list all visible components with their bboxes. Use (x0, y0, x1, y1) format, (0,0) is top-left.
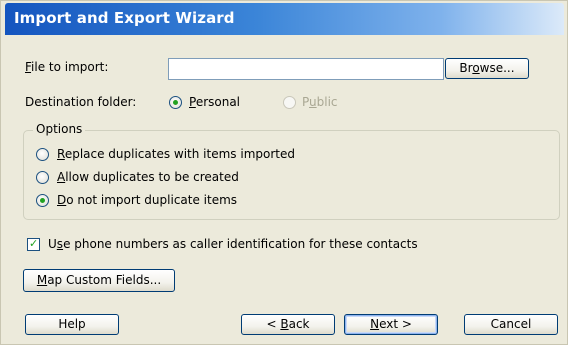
caller-id-checkbox[interactable]: ✓ (27, 237, 40, 251)
allow-duplicates-radio[interactable] (36, 171, 49, 184)
import-export-dialog: Import and Export Wizard File to import:… (0, 0, 568, 345)
browse-button[interactable]: Browse... (445, 58, 529, 79)
options-legend: Options (33, 122, 86, 136)
map-custom-fields-button[interactable]: Map Custom Fields... (23, 269, 175, 292)
caller-id-label[interactable]: Use phone numbers as caller identificati… (48, 237, 418, 251)
back-button[interactable]: < Back (241, 314, 335, 335)
personal-radio-label[interactable]: Personal (189, 95, 240, 109)
file-to-import-label: File to import: (25, 60, 109, 74)
file-to-import-input[interactable] (168, 58, 444, 80)
title-bar: Import and Export Wizard (5, 3, 564, 35)
allow-duplicates-label[interactable]: Allow duplicates to be created (57, 170, 239, 184)
no-duplicates-label[interactable]: Do not import duplicate items (57, 193, 237, 207)
dialog-title: Import and Export Wizard (14, 9, 235, 27)
no-duplicates-radio[interactable] (36, 194, 49, 207)
checkmark-icon: ✓ (29, 237, 39, 250)
next-button[interactable]: Next > (344, 314, 438, 335)
public-radio[interactable] (283, 96, 296, 109)
help-button[interactable]: Help (25, 314, 119, 335)
replace-duplicates-label[interactable]: Replace duplicates with items imported (57, 147, 295, 161)
destination-folder-label: Destination folder: (25, 95, 137, 109)
public-radio-label[interactable]: Public (302, 95, 338, 109)
personal-radio[interactable] (169, 96, 182, 109)
replace-duplicates-radio[interactable] (36, 148, 49, 161)
cancel-button[interactable]: Cancel (464, 314, 558, 335)
